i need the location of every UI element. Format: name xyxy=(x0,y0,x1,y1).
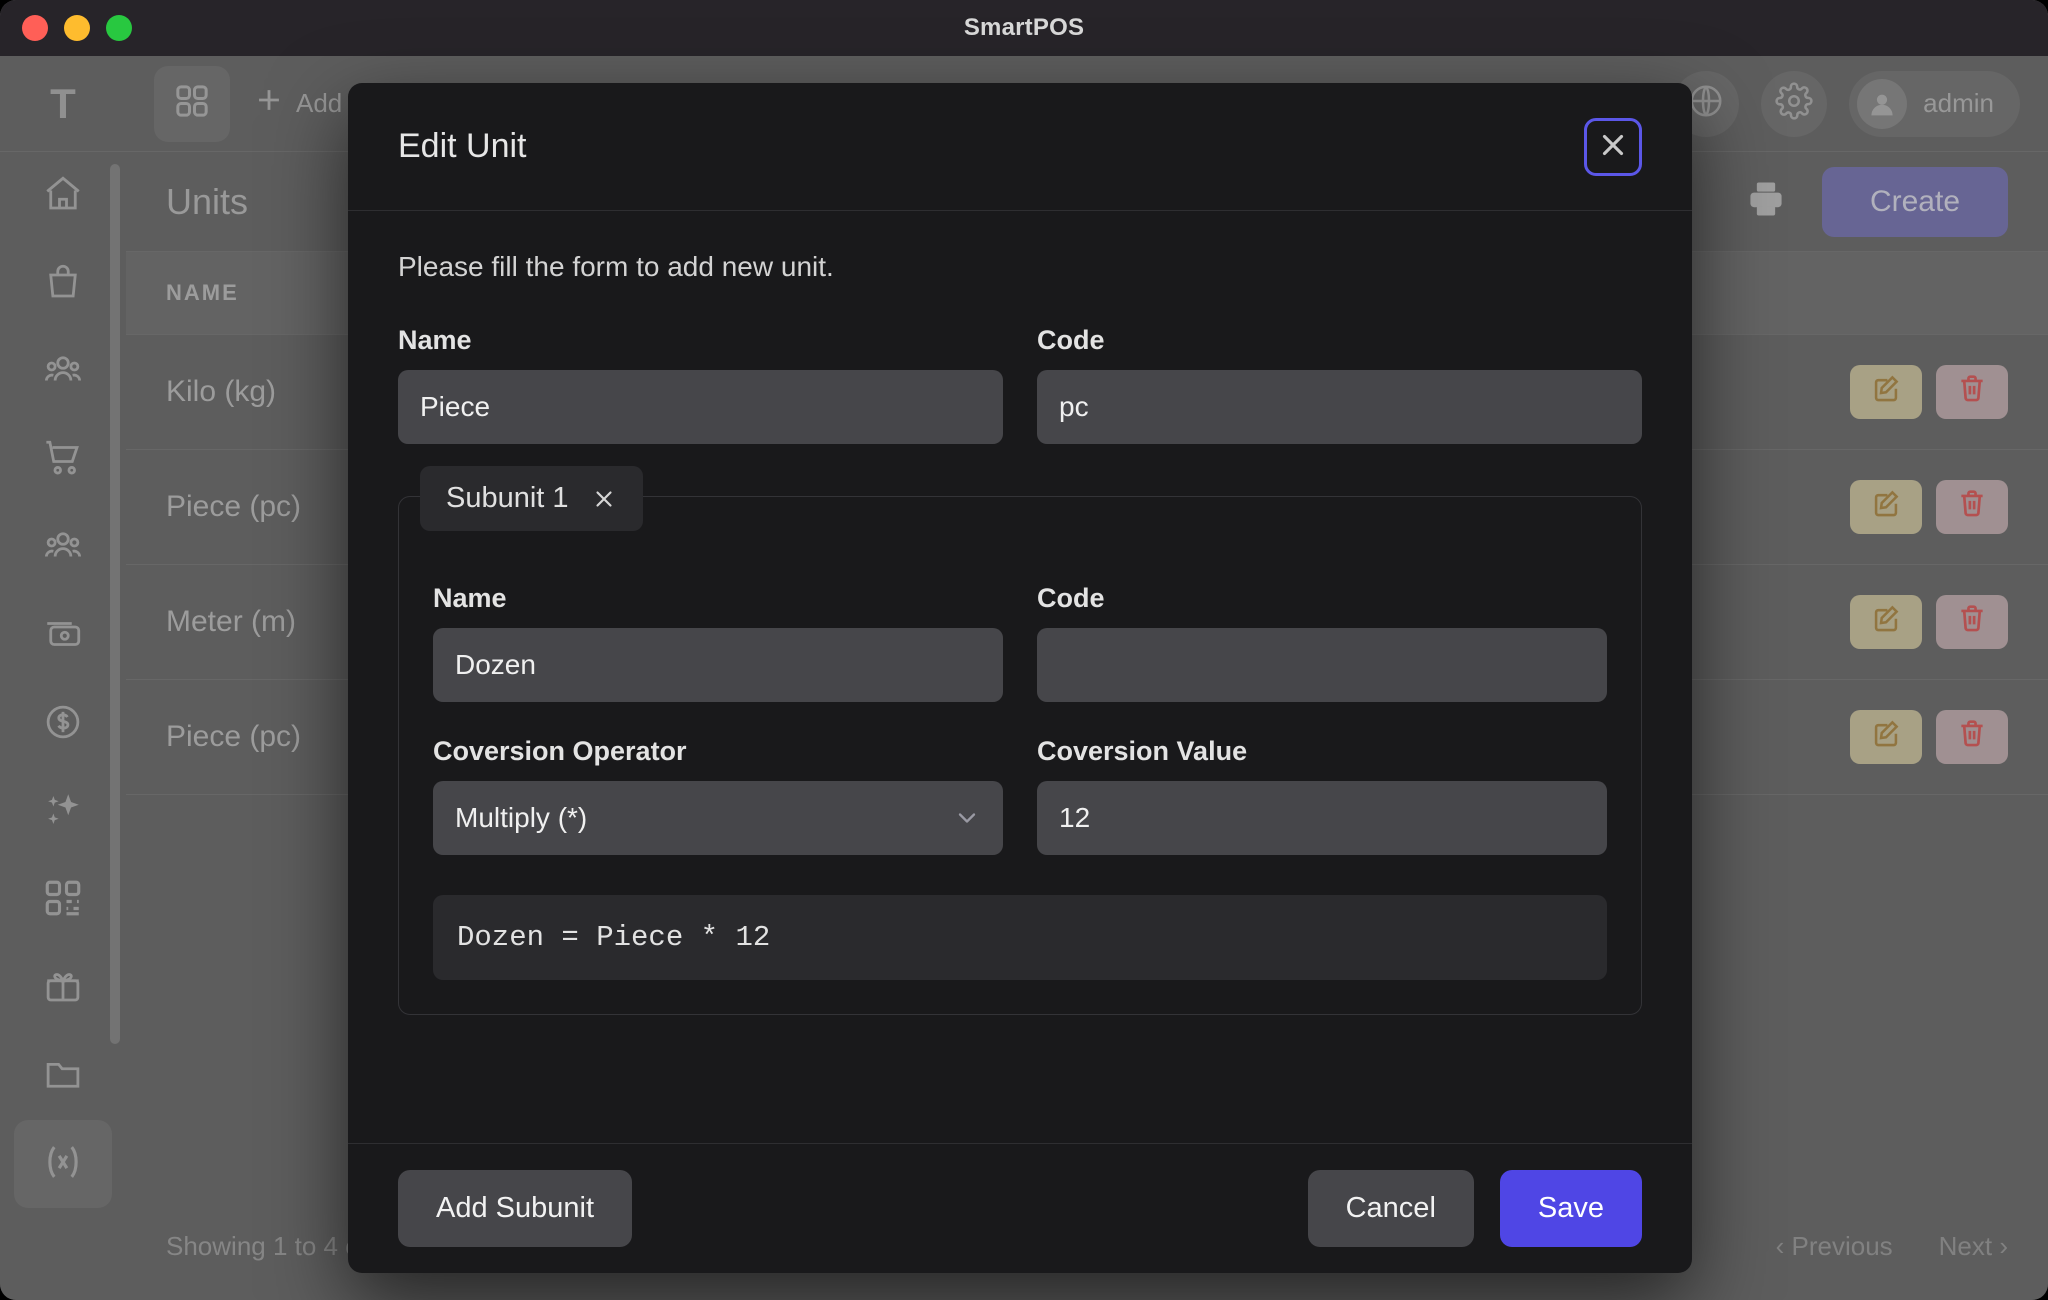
modal-close-button[interactable] xyxy=(1584,118,1642,176)
subunit-name-code-grid: Name Code xyxy=(433,583,1607,702)
cancel-button[interactable]: Cancel xyxy=(1308,1170,1474,1247)
unit-code-input[interactable] xyxy=(1037,370,1642,444)
conversion-value-label: Coversion Value xyxy=(1037,736,1607,767)
conversion-value-input[interactable] xyxy=(1037,781,1607,855)
subunit-tab-label: Subunit 1 xyxy=(446,482,569,515)
modal-header: Edit Unit xyxy=(348,83,1692,211)
subunit-section: Subunit 1 Name xyxy=(398,496,1642,1015)
modal-footer: Add Subunit Cancel Save xyxy=(348,1143,1692,1273)
subunit-name-input[interactable] xyxy=(433,628,1003,702)
unit-code-field-group: Code xyxy=(1037,325,1642,444)
subunit-name-label: Name xyxy=(433,583,1003,614)
modal-overlay[interactable]: Edit Unit Please fill the form to add ne… xyxy=(0,56,2048,1300)
unit-name-label: Name xyxy=(398,325,1003,356)
tab-close-x-icon[interactable] xyxy=(591,486,617,512)
modal-title: Edit Unit xyxy=(398,127,527,166)
edit-unit-modal: Edit Unit Please fill the form to add ne… xyxy=(348,83,1692,1273)
conversion-value-field-group: Coversion Value xyxy=(1037,736,1607,855)
subunit-code-input[interactable] xyxy=(1037,628,1607,702)
subunit-code-field-group: Code xyxy=(1037,583,1607,702)
modal-description: Please fill the form to add new unit. xyxy=(398,251,1642,283)
conversion-operator-label: Coversion Operator xyxy=(433,736,1003,767)
modal-body: Please fill the form to add new unit. Na… xyxy=(348,211,1692,1143)
save-button[interactable]: Save xyxy=(1500,1170,1642,1247)
conversion-operator-field-group: Coversion Operator xyxy=(433,736,1003,855)
subunit-tab-list: Subunit 1 xyxy=(420,466,643,531)
conversion-operator-select[interactable] xyxy=(433,781,1003,855)
unit-name-field-group: Name xyxy=(398,325,1003,444)
unit-fields-grid: Name Code xyxy=(398,325,1642,444)
window-title: SmartPOS xyxy=(0,14,2048,42)
subunit-code-label: Code xyxy=(1037,583,1607,614)
subunit-tab-1[interactable]: Subunit 1 xyxy=(420,466,643,531)
window-titlebar: SmartPOS xyxy=(0,0,2048,56)
close-x-icon xyxy=(1596,128,1630,165)
conversion-operator-select-wrap xyxy=(433,781,1003,855)
add-subunit-button[interactable]: Add Subunit xyxy=(398,1170,632,1247)
app-window: SmartPOS T xyxy=(0,0,2048,1300)
conversion-formula-preview: Dozen = Piece * 12 xyxy=(433,895,1607,980)
subunit-conversion-grid: Coversion Operator Coversion Value xyxy=(433,736,1607,855)
subunit-name-field-group: Name xyxy=(433,583,1003,702)
unit-name-input[interactable] xyxy=(398,370,1003,444)
unit-code-label: Code xyxy=(1037,325,1642,356)
subunit-panel: Name Code Coversion Operator xyxy=(398,496,1642,1015)
